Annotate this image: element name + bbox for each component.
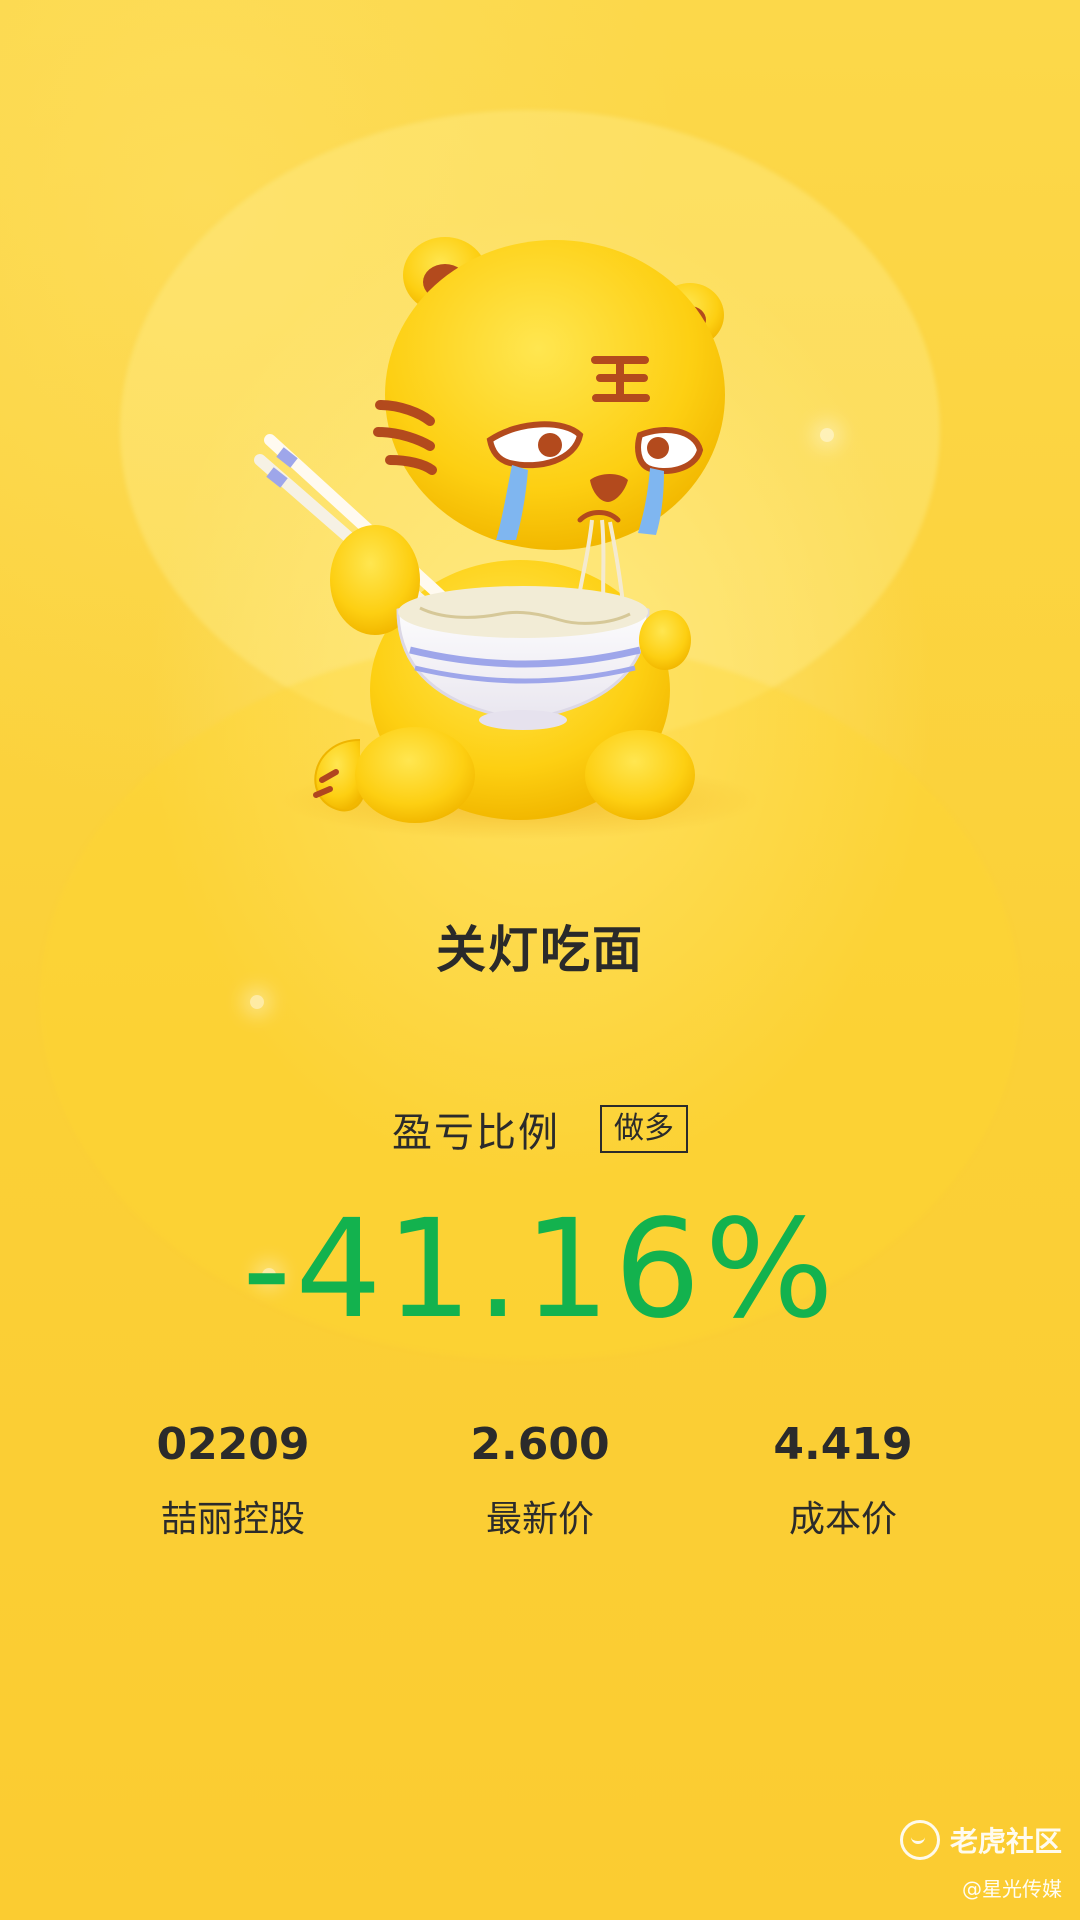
cost-price-stat: 4.419 成本价 [683, 1415, 1003, 1545]
profit-loss-ratio-label: 盈亏比例 [392, 1110, 560, 1156]
profit-loss-ratio-row: 盈亏比例 做多 [0, 1100, 1080, 1158]
watermark-credit: @星光传媒 [962, 1877, 1062, 1901]
watermark: 老虎社区 [899, 1820, 1062, 1860]
latest-price-value: 2.600 [470, 1419, 610, 1470]
latest-price-stat: 2.600 最新价 [380, 1415, 700, 1545]
sparkle-decoration [820, 428, 834, 442]
profit-loss-percent: -41.16% [242, 1191, 838, 1349]
watermark-brand: 老虎社区 [949, 1825, 1062, 1858]
latest-price-label: 最新价 [485, 1499, 594, 1540]
cost-price-label: 成本价 [788, 1499, 897, 1540]
tiger-community-logo-icon [899, 1820, 940, 1860]
crying-tiger-mascot-illustration [250, 220, 790, 860]
cost-price-value: 4.419 [773, 1419, 913, 1470]
page-title: 关灯吃面 [436, 921, 644, 979]
stock-name: 喆丽控股 [160, 1499, 305, 1540]
sparkle-decoration [250, 995, 264, 1009]
stock-code: 02209 [156, 1419, 310, 1470]
position-direction-badge: 做多 [600, 1105, 688, 1153]
stock-code-stat: 02209 喆丽控股 [73, 1415, 393, 1545]
